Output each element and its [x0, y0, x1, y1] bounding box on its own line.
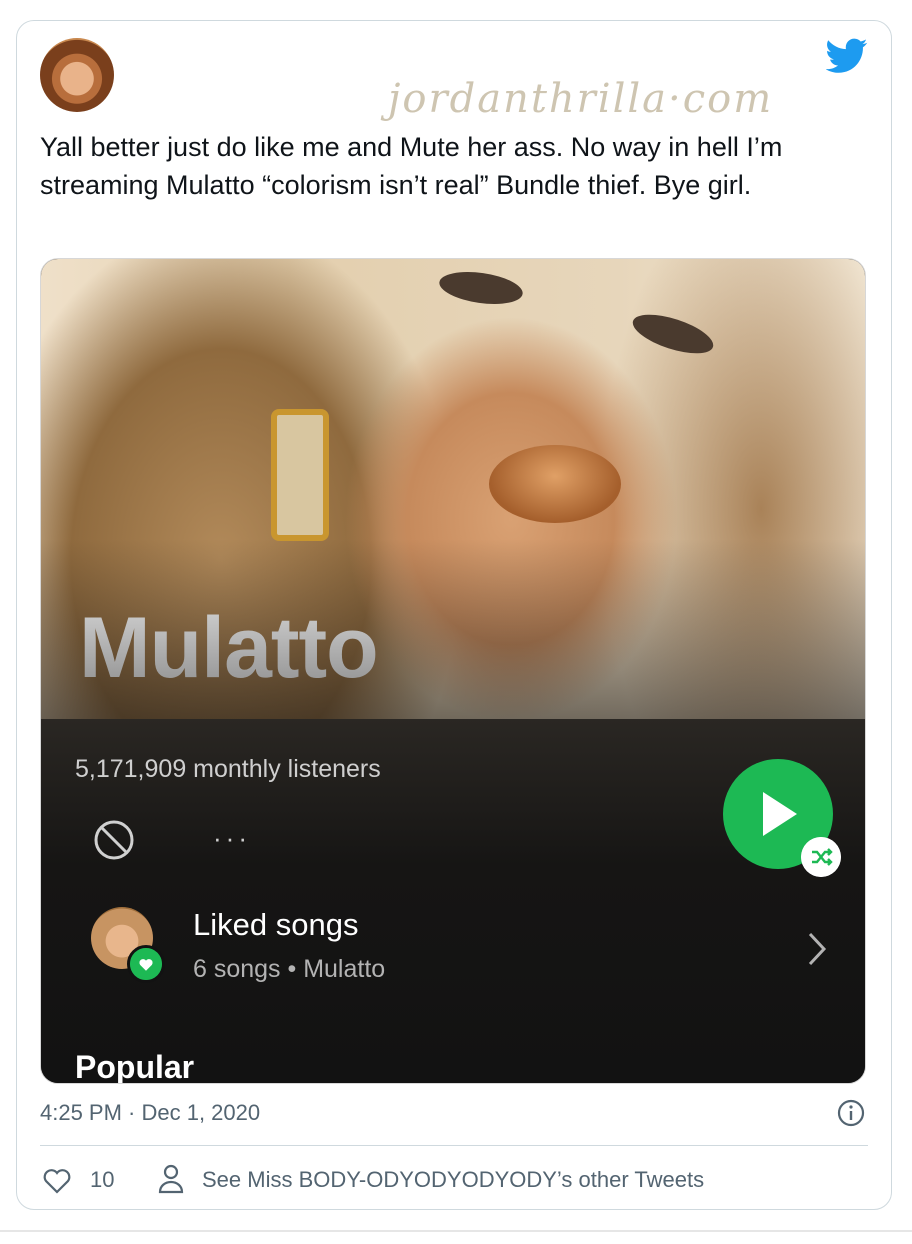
- liked-songs-title[interactable]: Liked songs: [193, 907, 358, 943]
- monthly-listeners: 5,171,909 monthly listeners: [75, 755, 381, 783]
- user-avatar[interactable]: [40, 38, 114, 112]
- photo-detail: [271, 409, 329, 541]
- more-options-button[interactable]: ···: [213, 823, 251, 854]
- heart-icon: [127, 945, 165, 983]
- info-icon[interactable]: [836, 1098, 866, 1128]
- tweet-timestamp[interactable]: 4:25 PM · Dec 1, 2020: [40, 1100, 260, 1126]
- photo-detail: [489, 445, 621, 523]
- watermark: jordanthrilla·com: [388, 76, 774, 122]
- shuffle-icon[interactable]: [801, 837, 841, 877]
- artist-panel: 5,171,909 monthly listeners ··· Liked so…: [41, 719, 865, 1084]
- section-popular: Popular: [75, 1049, 195, 1084]
- photo-detail: [437, 267, 525, 309]
- artist-name: Mulatto: [79, 600, 379, 696]
- other-tweets-link[interactable]: See Miss BODY-ODYODYODYODY’s other Tweet…: [202, 1167, 704, 1193]
- like-icon[interactable]: [42, 1166, 72, 1194]
- divider: [40, 1145, 868, 1146]
- play-icon: [763, 792, 797, 836]
- chevron-right-icon[interactable]: [807, 931, 827, 967]
- tweet-media-image[interactable]: Mulatto 5,171,909 monthly listeners ··· …: [40, 258, 866, 1084]
- photo-detail: [628, 306, 718, 362]
- liked-songs-subtitle: 6 songs • Mulatto: [193, 955, 386, 983]
- like-count: 10: [90, 1167, 115, 1192]
- person-icon: [158, 1164, 184, 1194]
- artist-photo: Mulatto: [41, 259, 865, 719]
- twitter-icon[interactable]: [826, 38, 868, 74]
- bottom-divider: [0, 1230, 912, 1232]
- block-icon[interactable]: [93, 819, 135, 861]
- tweet-text: Yall better just do like me and Mute her…: [40, 132, 783, 200]
